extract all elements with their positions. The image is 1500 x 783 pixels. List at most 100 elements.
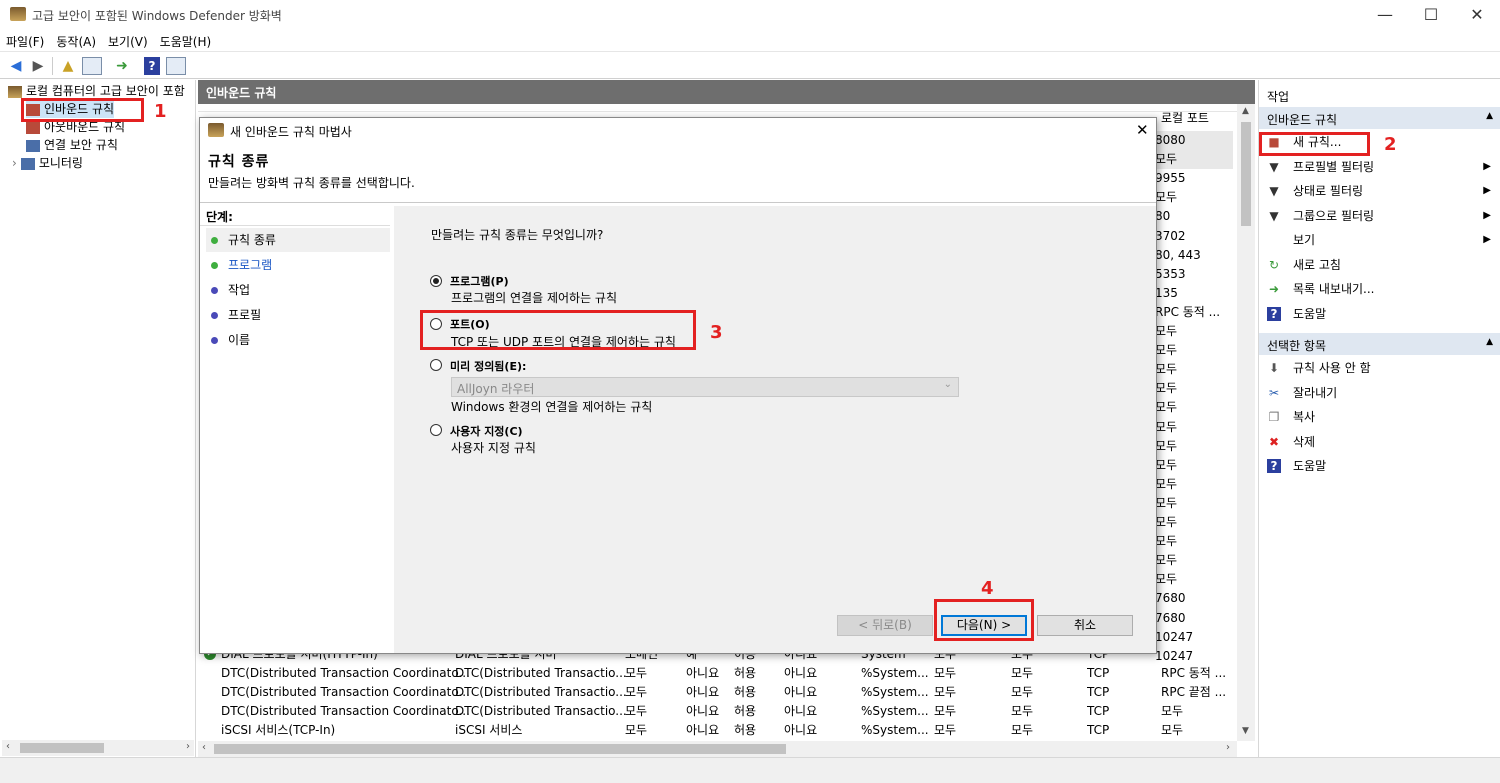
center-vertical-scrollbar[interactable]: ▲ ▼ [1237,104,1255,741]
action-item[interactable]: ? 도움말 [1259,303,1500,325]
action-item[interactable]: ❐ 복사 [1259,406,1500,428]
table-cell: 모두 [934,723,957,737]
scroll-thumb[interactable] [214,744,786,754]
table-cell: %System... [861,685,929,699]
left-horizontal-scrollbar[interactable]: ‹ › [2,740,194,756]
back-arrow-icon[interactable]: ◀ [6,56,26,76]
table-row[interactable]: DTC(Distributed Transaction Coordinato..… [198,683,1238,702]
scroll-thumb[interactable] [1241,122,1251,226]
wizard-close-icon[interactable]: ✕ [1136,121,1149,139]
local-port-cell: 8080 [1155,131,1233,150]
maximize-button[interactable]: ☐ [1408,0,1454,30]
forward-arrow-icon[interactable]: ▶ [28,56,48,76]
close-button[interactable]: ✕ [1454,0,1500,30]
local-port-cell: 모두 [1155,150,1233,170]
collapse-arrow-icon[interactable]: ▲ [1486,111,1493,121]
wizard-step: 규칙 종류 [206,228,390,252]
local-port-cell: 모두 [1155,324,1178,338]
wizard-step-label: 프로그램 [228,258,273,272]
action-item[interactable]: ▼ 프로필별 필터링 ▶ [1259,156,1500,178]
action-label: 프로필별 필터링 [1293,159,1375,174]
table-cell: 모두 [1161,723,1184,737]
program-radio[interactable] [430,275,442,287]
actions-section-selected[interactable]: 선택한 항목 ▲ [1259,333,1500,355]
up-folder-icon[interactable]: ▲ [58,56,78,76]
table-row[interactable]: DTC(Distributed Transaction Coordinato..… [198,702,1238,721]
filter-icon: ▼ [1269,208,1279,223]
navigation-tree: 로컬 컴퓨터의 고급 보안이 포함 인바운드 규칙 아웃바운드 규칙 연결 보안… [0,80,196,757]
custom-radio[interactable] [430,424,442,436]
table-cell: 아니요 [686,704,720,718]
local-port-cell: 모두 [1155,515,1178,529]
annotation-number-2: 2 [1384,134,1397,155]
local-port-cell: 모두 [1155,400,1178,415]
scroll-up-arrow-icon[interactable]: ▲ [1242,106,1249,116]
table-cell: 모두 [1011,723,1034,737]
table-cell: iSCSI 서비스 [455,723,523,737]
table-cell: TCP [1087,666,1110,680]
scroll-right-arrow-icon[interactable]: › [1226,742,1230,753]
table-cell: DTC(Distributed Transaction Coordinato..… [221,685,470,699]
step-status-icon [211,312,218,319]
table-cell: %System... [861,704,929,718]
wizard-subheading: 만들려는 방화벽 규칙 종류를 선택합니다. [208,176,415,190]
menu-view[interactable]: 보기(V) [102,30,154,50]
wizard-step: 작업 [206,278,390,302]
action-item[interactable]: ⬇ 규칙 사용 안 함 [1259,357,1500,379]
wizard-step-label: 작업 [228,283,251,297]
predefined-option-label[interactable]: 미리 정의됨(E): [450,358,526,374]
collapse-arrow-icon[interactable]: ▲ [1486,337,1493,347]
submenu-arrow-icon: ▶ [1483,234,1491,245]
table-cell: 허용 [734,685,757,699]
help-icon[interactable]: ? [144,57,160,75]
table-cell: 아니요 [784,666,818,680]
expand-chevron-icon[interactable]: › [12,156,17,170]
program-option-desc: 프로그램의 연결을 제어하는 규칙 [451,291,618,305]
action-item[interactable]: ▼ 상태로 필터링 ▶ [1259,180,1500,202]
action-item[interactable]: ✂ 잘라내기 [1259,382,1500,404]
table-cell: DTC(Distributed Transactio... [455,666,627,680]
scroll-left-arrow-icon[interactable]: ‹ [6,741,10,752]
scroll-right-arrow-icon[interactable]: › [186,741,190,752]
show-hide-action-pane-icon[interactable] [166,57,186,75]
action-item[interactable]: ✖ 삭제 [1259,431,1500,453]
tree-item-monitoring[interactable]: › 모니터링 [12,154,83,172]
cancel-button[interactable]: 취소 [1037,615,1133,636]
table-cell: RPC 동적 ... [1161,666,1227,680]
local-port-column-header[interactable]: 로컬 포트 [1161,109,1209,126]
table-cell: 아니요 [686,666,720,680]
table-cell: 아니요 [686,723,720,737]
center-horizontal-scrollbar[interactable]: ‹ › [198,741,1237,757]
table-row[interactable]: DTC(Distributed Transaction Coordinato..… [198,664,1238,683]
wizard-step: 프로그램 [206,253,390,277]
action-label: 도움말 [1293,459,1327,473]
action-item[interactable]: ➜ 목록 내보내기... [1259,278,1500,300]
scroll-thumb[interactable] [20,743,104,753]
local-port-cell: 7680 [1155,591,1186,606]
table-row[interactable]: iSCSI 서비스(TCP-In) iSCSI 서비스 모두 아니요 허용 아니요 %Sys… [198,721,1238,740]
local-port-cell: 모두 [1155,343,1178,358]
action-item[interactable]: ? 도움말 [1259,455,1500,477]
program-option-label[interactable]: 프로그램(P) [450,273,509,289]
custom-option-label[interactable]: 사용자 지정(C) [450,423,523,439]
show-hide-tree-icon[interactable] [82,57,102,75]
scroll-left-arrow-icon[interactable]: ‹ [202,742,206,753]
action-item[interactable]: ↻ 새로 고침 [1259,254,1500,276]
help-icon: ? [1267,306,1281,321]
minimize-button[interactable]: — [1362,0,1408,30]
step-status-icon [211,337,218,344]
menu-action[interactable]: 동작(A) [50,30,102,50]
action-item[interactable]: ▼ 그룹으로 필터링 ▶ [1259,205,1500,227]
menu-help[interactable]: 도움말(H) [154,30,218,50]
action-item[interactable]: 보기 ▶ [1259,229,1500,251]
menu-file[interactable]: 파일(F) [0,30,50,50]
export-list-icon[interactable]: ➜ [112,56,132,76]
scroll-down-arrow-icon[interactable]: ▼ [1242,726,1249,736]
table-cell: 모두 [625,685,648,699]
tree-item-connection-security[interactable]: 연결 보안 규칙 [26,136,118,154]
delete-icon: ✖ [1268,434,1280,449]
actions-section-inbound[interactable]: 인바운드 규칙 ▲ [1259,107,1500,129]
predefined-dropdown[interactable]: AllJoyn 라우터 ⌄ [451,377,959,397]
back-button[interactable]: < 뒤로(B) [837,615,933,636]
predefined-radio[interactable] [430,359,442,371]
